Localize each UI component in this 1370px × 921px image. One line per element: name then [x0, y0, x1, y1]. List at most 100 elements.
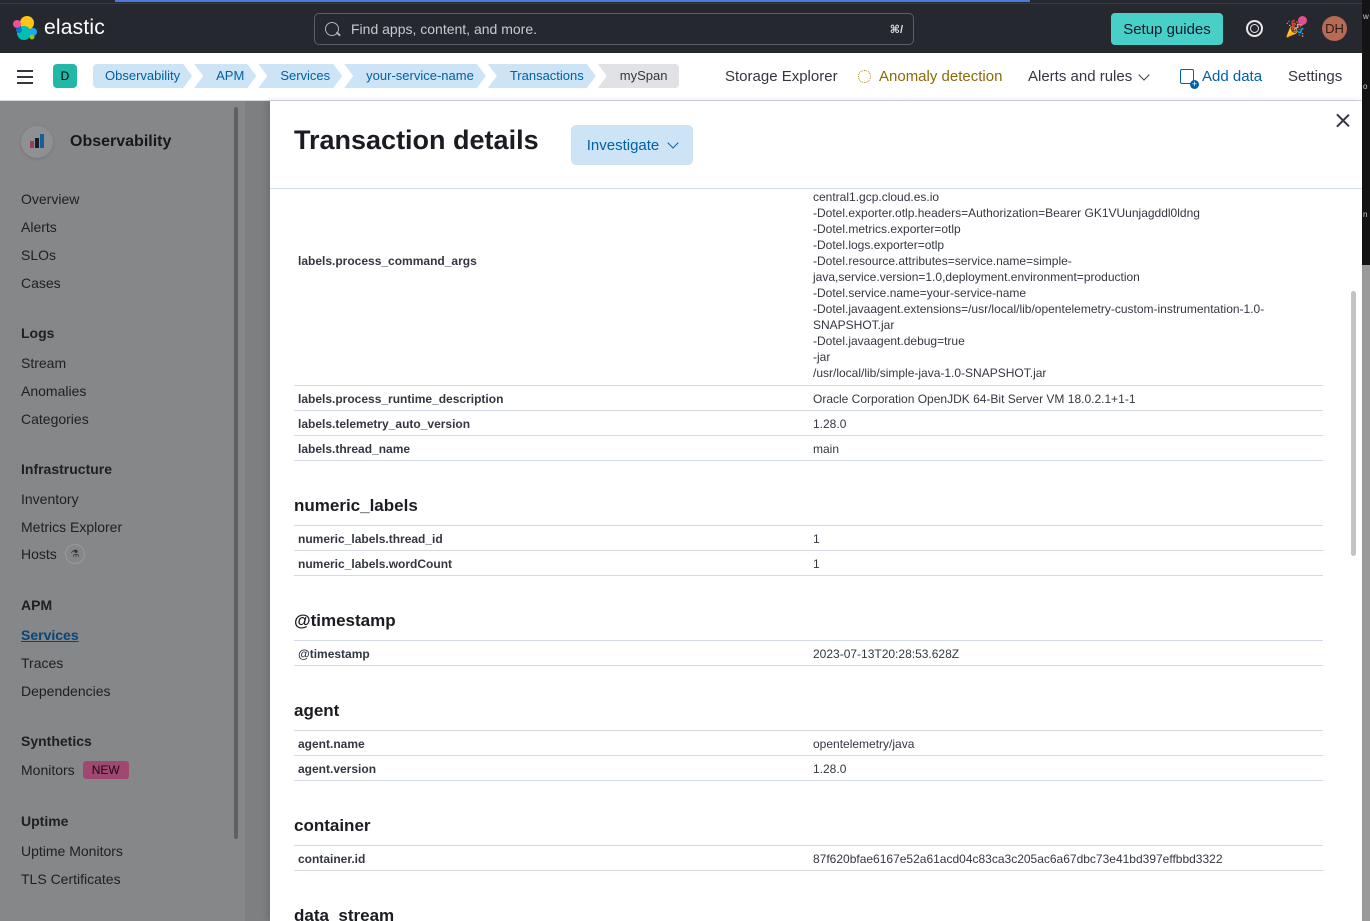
storage-explorer-link[interactable]: Storage Explorer	[725, 68, 838, 85]
sidebar-item-cases[interactable]: Cases	[21, 275, 61, 291]
flyout-scrollbar[interactable]	[1351, 291, 1356, 556]
breadcrumb-apm[interactable]: APM	[194, 64, 256, 88]
page-overlay	[245, 101, 270, 921]
section-title-data-stream: data_stream	[294, 906, 395, 921]
sidebar-item-dependencies[interactable]: Dependencies	[21, 683, 111, 699]
table-row: labels.process_command_args central1.gcp…	[294, 190, 1323, 386]
alerts-and-rules-dropdown[interactable]: Alerts and rules	[1028, 68, 1150, 85]
search-shortcut: ⌘/	[889, 23, 903, 36]
sidebar-section-logs: Logs	[21, 325, 55, 341]
breadcrumb-transactions[interactable]: Transactions	[488, 64, 596, 88]
value-line: central1.gcp.cloud.es.io	[813, 190, 940, 204]
sidebar-item-stream[interactable]: Stream	[21, 355, 66, 371]
sidebar-item-services[interactable]: Services	[21, 627, 79, 643]
edge-text: w	[1363, 12, 1369, 21]
value-line: /usr/local/lib/simple-java-1.0-SNAPSHOT.…	[813, 366, 1047, 380]
sidebar-section-uptime: Uptime	[21, 813, 69, 829]
sidebar-item-overview[interactable]: Overview	[21, 191, 79, 207]
field-value: Oracle Corporation OpenJDK 64-Bit Server…	[813, 392, 1136, 406]
search-placeholder: Find apps, content, and more.	[351, 21, 537, 37]
breadcrumb-current: mySpan	[597, 64, 680, 88]
investigate-button[interactable]: Investigate	[571, 125, 693, 165]
table-row: labels.process_runtime_description Oracl…	[294, 386, 1323, 411]
sidebar-section-infrastructure: Infrastructure	[21, 461, 113, 477]
sidebar-item-alerts[interactable]: Alerts	[21, 219, 57, 235]
value-line: -Dotel.javaagent.debug=true	[813, 334, 965, 348]
sidebar-item-anomalies[interactable]: Anomalies	[21, 383, 86, 399]
setup-guides-button[interactable]: Setup guides	[1111, 13, 1223, 45]
field-value: 1.28.0	[813, 417, 847, 431]
sidebar-item-categories[interactable]: Categories	[21, 411, 89, 427]
sidebar: Observability Overview Alerts SLOs Cases…	[0, 101, 245, 921]
add-data-link[interactable]: Add data	[1180, 68, 1262, 89]
flask-icon: ⚗	[64, 544, 85, 564]
value-line: -Dotel.exporter.otlp.headers=Authorizati…	[813, 206, 1200, 220]
sidebar-item-tls-certificates[interactable]: TLS Certificates	[21, 871, 121, 887]
field-key: numeric_labels.wordCount	[298, 557, 453, 571]
help-icon[interactable]	[1246, 20, 1263, 37]
sidebar-item-monitors[interactable]: Monitors NEW	[21, 761, 129, 779]
sidebar-brand: Observability	[21, 126, 171, 158]
sidebar-section-apm: APM	[21, 597, 53, 613]
brand-name: elastic	[44, 16, 105, 39]
field-value: 87f620bfae6167e52a61acd04c83ca3c205ac6a6…	[813, 852, 1223, 866]
space-avatar[interactable]: D	[53, 64, 77, 88]
field-value: central1.gcp.cloud.es.io -Dotel.exporter…	[813, 190, 1264, 381]
table-row: container.id 87f620bfae6167e52a61acd04c8…	[294, 845, 1323, 871]
breadcrumb-observability[interactable]: Observability	[93, 64, 192, 88]
flyout-header: Transaction details Investigate	[270, 101, 1362, 189]
breadcrumb-service-name[interactable]: your-service-name	[344, 64, 486, 88]
flyout-body: labels.process_command_args central1.gcp…	[294, 190, 1324, 921]
alerts-and-rules-label: Alerts and rules	[1028, 68, 1133, 85]
field-key: numeric_labels.thread_id	[298, 532, 443, 546]
chevron-down-icon	[667, 137, 679, 149]
table-row: agent.version 1.28.0	[294, 756, 1323, 781]
sidebar-item-metrics-explorer[interactable]: Metrics Explorer	[21, 519, 122, 535]
add-data-icon	[1180, 69, 1199, 89]
field-key: container.id	[298, 852, 366, 866]
sidebar-title: Observability	[70, 133, 172, 150]
table-row: agent.name opentelemetry/java	[294, 730, 1323, 756]
section-title-numeric-labels: numeric_labels	[294, 496, 418, 515]
field-key: agent.name	[298, 737, 365, 751]
edge-text: n	[1363, 210, 1368, 219]
field-key: labels.telemetry_auto_version	[298, 417, 471, 431]
anomaly-icon	[858, 70, 871, 83]
table-row: numeric_labels.thread_id 1	[294, 525, 1323, 551]
sidebar-item-slos[interactable]: SLOs	[21, 247, 56, 263]
field-key: agent.version	[298, 762, 377, 776]
breadcrumb-services[interactable]: Services	[258, 64, 342, 88]
anomaly-detection-link[interactable]: Anomaly detection	[858, 68, 1002, 85]
anomaly-detection-label: Anomaly detection	[879, 68, 1003, 85]
sidebar-scrollbar[interactable]	[234, 107, 238, 839]
header-divider	[0, 3, 1362, 4]
field-key: labels.thread_name	[298, 442, 411, 456]
section-title-timestamp: @timestamp	[294, 611, 396, 630]
edge-text: o	[1363, 82, 1368, 91]
field-key: @timestamp	[298, 647, 370, 661]
field-key: labels.process_command_args	[298, 254, 477, 268]
global-search-input[interactable]: Find apps, content, and more. ⌘/	[314, 13, 914, 45]
table-row: labels.telemetry_auto_version 1.28.0	[294, 411, 1323, 436]
field-value: 2023-07-13T20:28:53.628Z	[813, 647, 960, 661]
section-title-agent: agent	[294, 701, 340, 720]
settings-link[interactable]: Settings	[1288, 68, 1342, 85]
sidebar-item-traces[interactable]: Traces	[21, 655, 63, 671]
sidebar-item-inventory[interactable]: Inventory	[21, 491, 79, 507]
value-line: -Dotel.metrics.exporter=otlp	[813, 222, 961, 236]
field-value: main	[813, 442, 840, 456]
sidebar-item-hosts[interactable]: Hosts ⚗	[21, 544, 85, 564]
breadcrumb: Observability APM Services your-service-…	[93, 64, 681, 88]
table-row: numeric_labels.wordCount 1	[294, 551, 1323, 576]
close-icon[interactable]	[1336, 114, 1350, 128]
user-avatar[interactable]: DH	[1322, 16, 1347, 41]
new-badge: NEW	[82, 761, 129, 779]
field-value: 1	[813, 557, 820, 571]
elastic-logo[interactable]: elastic	[12, 15, 105, 41]
search-icon	[325, 22, 339, 36]
background-scrollbar	[1362, 265, 1370, 921]
value-line: java,service.version=1.0,deployment.envi…	[813, 270, 1140, 284]
sidebar-item-uptime-monitors[interactable]: Uptime Monitors	[21, 843, 123, 859]
hamburger-menu-icon[interactable]	[17, 70, 33, 84]
transaction-details-flyout: Transaction details Investigate labels.p…	[270, 101, 1362, 921]
